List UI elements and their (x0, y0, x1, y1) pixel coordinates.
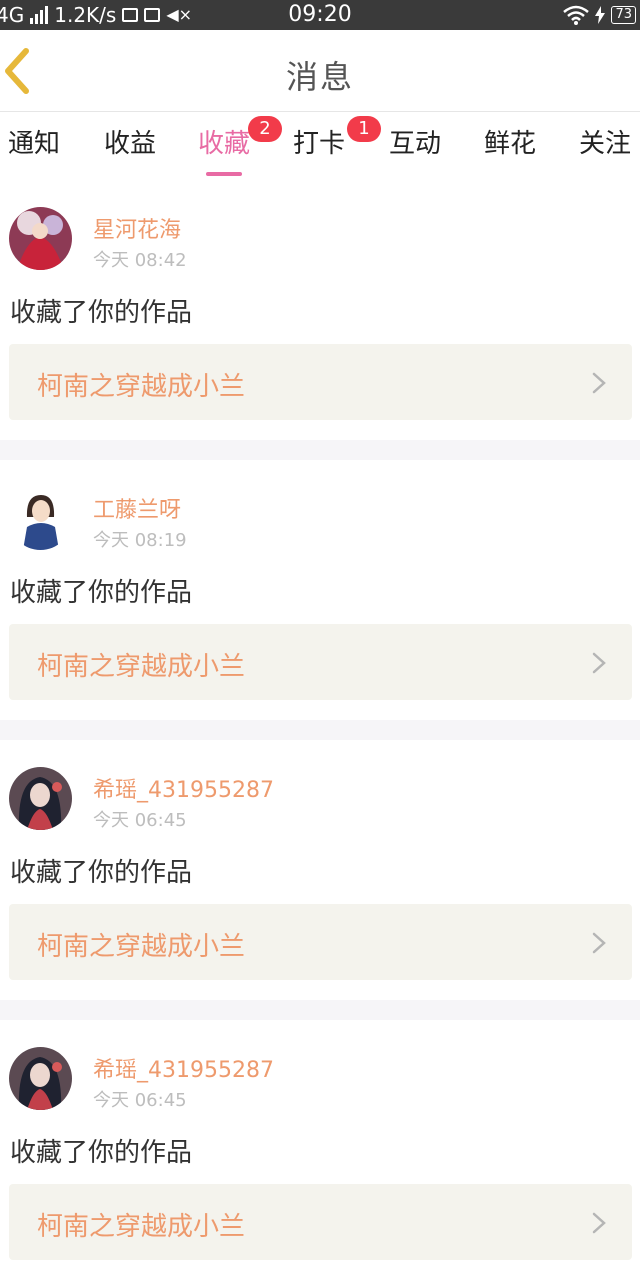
work-link[interactable]: 柯南之穿越成小兰 (9, 1184, 632, 1260)
username[interactable]: 工藤兰呀 (93, 492, 181, 524)
unread-badge: 2 (248, 116, 283, 142)
chevron-right-icon (592, 932, 606, 954)
tab-bar: 通知 收益 收藏 2 打卡 1 互动 鲜花 关注 (0, 113, 640, 177)
timestamp: 今天 08:19 (93, 530, 187, 551)
divider (0, 440, 640, 460)
tab-label: 收藏 (198, 129, 251, 159)
status-time: 09:20 (288, 2, 352, 27)
timestamp: 今天 06:45 (93, 810, 187, 831)
chevron-right-icon (592, 1212, 606, 1234)
action-text: 收藏了你的作品 (10, 578, 193, 608)
username[interactable]: 星河花海 (93, 212, 181, 244)
tab-label: 关注 (579, 129, 632, 159)
tab-label: 打卡 (293, 129, 346, 159)
tab-checkin[interactable]: 打卡 1 (293, 116, 382, 173)
avatar[interactable] (9, 1047, 72, 1110)
work-link[interactable]: 柯南之穿越成小兰 (9, 904, 632, 980)
header: 消息 (0, 30, 640, 112)
work-link[interactable]: 柯南之穿越成小兰 (9, 344, 632, 420)
work-link[interactable]: 柯南之穿越成小兰 (9, 624, 632, 700)
avatar[interactable] (9, 207, 72, 270)
action-text: 收藏了你的作品 (10, 298, 193, 328)
work-title: 柯南之穿越成小兰 (37, 932, 246, 962)
divider (0, 720, 640, 740)
chevron-right-icon (592, 372, 606, 394)
work-title: 柯南之穿越成小兰 (37, 372, 246, 402)
list-item: 工藤兰呀 今天 08:19 收藏了你的作品 柯南之穿越成小兰 (0, 460, 640, 720)
work-title: 柯南之穿越成小兰 (37, 1212, 246, 1242)
username[interactable]: 希瑶_431955287 (93, 1052, 274, 1084)
work-title: 柯南之穿越成小兰 (37, 652, 246, 682)
action-text: 收藏了你的作品 (10, 858, 193, 888)
avatar[interactable] (9, 767, 72, 830)
page-title: 消息 (285, 58, 354, 96)
avatar[interactable] (9, 487, 72, 550)
status-bar: 4G 1.2K/s ◀× 09:20 73 (0, 0, 640, 30)
list-item: 星河花海 今天 08:42 收藏了你的作品 柯南之穿越成小兰 (0, 180, 640, 440)
username[interactable]: 希瑶_431955287 (93, 772, 274, 804)
tab-notifications[interactable]: 通知 (8, 123, 60, 173)
message-list: 星河花海 今天 08:42 收藏了你的作品 柯南之穿越成小兰 工藤兰呀 今天 0… (0, 180, 640, 1280)
tab-label: 收益 (104, 129, 157, 159)
tab-earnings[interactable]: 收益 (104, 123, 156, 173)
tab-favorites[interactable]: 收藏 2 (198, 116, 283, 176)
chevron-right-icon (592, 652, 606, 674)
charging-icon (595, 6, 606, 24)
active-tab-indicator (206, 172, 242, 176)
unread-badge: 1 (347, 116, 382, 142)
tab-label: 互动 (389, 129, 442, 159)
list-item: 希瑶_431955287 今天 06:45 收藏了你的作品 柯南之穿越成小兰 (0, 1020, 640, 1280)
timestamp: 今天 08:42 (93, 250, 187, 271)
tab-following[interactable]: 关注 (579, 123, 631, 173)
list-item: 希瑶_431955287 今天 06:45 收藏了你的作品 柯南之穿越成小兰 (0, 740, 640, 1000)
tab-flowers[interactable]: 鲜花 (484, 123, 536, 173)
timestamp: 今天 06:45 (93, 1090, 187, 1111)
battery-icon: 73 (611, 6, 636, 24)
tab-label: 鲜花 (484, 129, 537, 159)
wifi-icon (563, 5, 590, 25)
status-right: 73 (563, 0, 636, 30)
tab-interaction[interactable]: 互动 (389, 123, 441, 173)
divider (0, 1000, 640, 1020)
tab-label: 通知 (8, 129, 61, 159)
action-text: 收藏了你的作品 (10, 1138, 193, 1168)
